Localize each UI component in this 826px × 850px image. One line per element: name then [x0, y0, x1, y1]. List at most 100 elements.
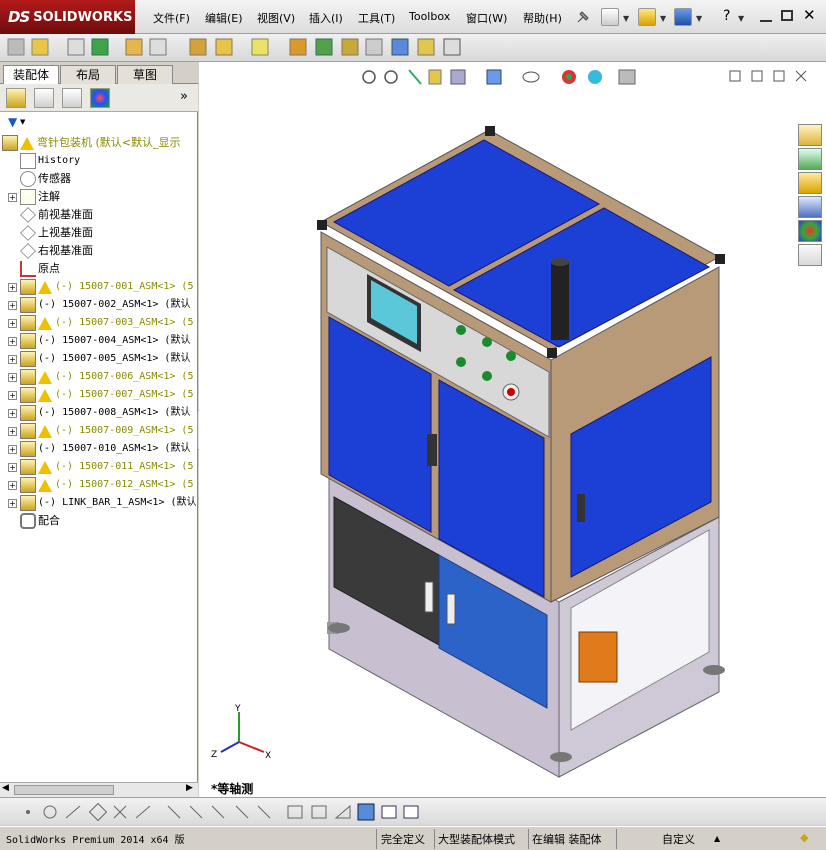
- expand-toggle-icon[interactable]: +: [8, 282, 17, 292]
- warning-icon: [38, 316, 52, 330]
- graphics-area[interactable]: Y X Z *等轴测: [199, 62, 826, 797]
- feature-manager-panel: 装配体 布局 草图 » ▼ ▼ 弯针包装机 (默认<默认_显示 History 传感…: [0, 62, 198, 797]
- tree-item-component[interactable]: + (-) 15007-007_ASM<1> (5: [8, 386, 193, 404]
- help-icon[interactable]: ?: [723, 8, 730, 24]
- task-pane-file-explorer-icon[interactable]: [798, 172, 822, 194]
- tree-item-component[interactable]: + (-) 15007-004_ASM<1> (默认: [8, 332, 190, 350]
- tree-item-label: (-) 15007-010_ASM<1> (默认: [38, 443, 191, 454]
- status-bar: SolidWorks Premium 2014 x64 版 完全定义 大型装配体…: [0, 826, 826, 850]
- close-icon[interactable]: ✕: [803, 6, 816, 24]
- filter-dropdown-icon[interactable]: ▼: [20, 118, 25, 126]
- tree-item-plane[interactable]: 上视基准面: [8, 224, 93, 242]
- expand-toggle-icon[interactable]: +: [8, 462, 17, 472]
- task-pane: [798, 124, 822, 269]
- expand-toggle-icon[interactable]: +: [8, 192, 17, 202]
- tree-item-origin[interactable]: 原点: [8, 260, 60, 278]
- expand-toggle-icon[interactable]: +: [8, 318, 17, 328]
- tree-item-plane[interactable]: 前视基准面: [8, 206, 93, 224]
- expand-toggle-icon[interactable]: +: [8, 300, 17, 310]
- tree-item-component[interactable]: + (-) 15007-001_ASM<1> (5: [8, 278, 193, 296]
- logo-name: SOLIDWORKS: [33, 9, 133, 25]
- solidworks-logo[interactable]: DS SOLIDWORKS: [0, 0, 135, 34]
- menu-edit[interactable]: 编辑(E): [205, 10, 243, 26]
- expand-toggle-icon[interactable]: +: [8, 498, 17, 508]
- task-pane-design-library-icon[interactable]: [798, 148, 822, 170]
- tab-sketch[interactable]: 草图: [117, 65, 173, 84]
- tree-horizontal-scrollbar[interactable]: ◀ ▶: [0, 782, 198, 797]
- scroll-right-icon[interactable]: ▶: [186, 783, 193, 793]
- units-dropdown-icon[interactable]: ▲: [714, 834, 720, 843]
- task-pane-appearances-icon[interactable]: [798, 220, 822, 242]
- tree-item-mate[interactable]: 配合: [8, 512, 60, 530]
- new-dropdown-icon[interactable]: ▼: [623, 14, 629, 23]
- tab-assembly[interactable]: 装配体: [3, 65, 59, 85]
- sketch-toolbar: [0, 797, 826, 825]
- expand-toggle-icon[interactable]: +: [8, 390, 17, 400]
- open-folder-icon[interactable]: [638, 8, 656, 26]
- menu-window[interactable]: 窗口(W): [466, 10, 507, 26]
- tree-item-annotation[interactable]: + 注解: [8, 188, 60, 206]
- open-dropdown-icon[interactable]: ▼: [660, 14, 666, 23]
- sketch-tool-icons[interactable]: [0, 798, 440, 826]
- toolbar-icons[interactable]: [0, 34, 470, 62]
- warning-icon: [38, 460, 52, 474]
- scroll-left-icon[interactable]: ◀: [2, 783, 9, 793]
- warning-icon: [38, 280, 52, 294]
- tree-item-label: (-) 15007-011_ASM<1> (5: [55, 461, 194, 472]
- tree-root-label: 弯针包装机 (默认<默认_显示: [37, 136, 181, 149]
- new-document-icon[interactable]: [601, 8, 619, 26]
- tree-item-label: (-) 15007-012_ASM<1> (5: [55, 479, 194, 490]
- tree-item-component[interactable]: + (-) LINK_BAR_1_ASM<1> (默认: [8, 494, 196, 512]
- expand-toggle-icon[interactable]: +: [8, 408, 17, 418]
- scroll-thumb[interactable]: [14, 785, 114, 795]
- expand-toggle-icon[interactable]: +: [8, 426, 17, 436]
- tree-item-component[interactable]: + (-) 15007-012_ASM<1> (5: [8, 476, 193, 494]
- minimize-icon[interactable]: [760, 10, 772, 22]
- expand-toggle-icon[interactable]: +: [8, 372, 17, 382]
- expand-toggle-icon[interactable]: +: [8, 480, 17, 490]
- tree-item-component[interactable]: + (-) 15007-003_ASM<1> (5: [8, 314, 193, 332]
- machine-model-render[interactable]: [199, 62, 826, 797]
- units-custom-button[interactable]: 自定义: [662, 831, 695, 847]
- display-manager-icon[interactable]: [90, 88, 110, 108]
- tree-root-assembly[interactable]: 弯针包装机 (默认<默认_显示: [2, 134, 181, 152]
- axis-y-label: Y: [234, 704, 241, 714]
- menu-tools[interactable]: 工具(T): [358, 10, 395, 26]
- task-pane-view-palette-icon[interactable]: [798, 196, 822, 218]
- configuration-manager-icon[interactable]: [62, 88, 82, 108]
- plane-icon: [20, 207, 36, 223]
- menu-help[interactable]: 帮助(H): [523, 10, 562, 26]
- tree-item-component[interactable]: + (-) 15007-011_ASM<1> (5: [8, 458, 193, 476]
- tree-item-component[interactable]: + (-) 15007-010_ASM<1> (默认: [8, 440, 190, 458]
- tree-item-history[interactable]: History: [8, 152, 80, 170]
- menu-view[interactable]: 视图(V): [257, 10, 295, 26]
- help-dropdown-icon[interactable]: ▼: [738, 14, 744, 23]
- menu-insert[interactable]: 插入(I): [309, 10, 343, 26]
- expand-toggle-icon[interactable]: +: [8, 444, 17, 454]
- tree-item-component[interactable]: + (-) 15007-008_ASM<1> (默认: [8, 404, 190, 422]
- property-manager-icon[interactable]: [34, 88, 54, 108]
- menu-file[interactable]: 文件(F): [153, 10, 190, 26]
- feature-manager-icon[interactable]: [6, 88, 26, 108]
- tree-item-plane[interactable]: 右视基准面: [8, 242, 93, 260]
- restore-icon[interactable]: [781, 10, 793, 21]
- tree-item-label: (-) 15007-006_ASM<1> (5: [55, 371, 194, 382]
- tree-item-component[interactable]: + (-) 15007-002_ASM<1> (默认: [8, 296, 190, 314]
- tree-item-sensor[interactable]: 传感器: [8, 170, 71, 188]
- tab-layout[interactable]: 布局: [60, 65, 116, 84]
- task-pane-home-icon[interactable]: [798, 124, 822, 146]
- expand-toggle-icon[interactable]: +: [8, 354, 17, 364]
- save-dropdown-icon[interactable]: ▼: [696, 14, 702, 23]
- task-pane-custom-properties-icon[interactable]: [798, 244, 822, 266]
- tree-item-component[interactable]: + (-) 15007-005_ASM<1> (默认: [8, 350, 190, 368]
- expand-chevron-icon[interactable]: »: [180, 89, 188, 104]
- save-icon[interactable]: [674, 8, 692, 26]
- filter-icon[interactable]: ▼: [8, 115, 17, 129]
- menu-toolbox[interactable]: Toolbox: [409, 10, 450, 23]
- pin-icon[interactable]: [574, 8, 592, 26]
- expand-toggle-icon[interactable]: +: [8, 336, 17, 346]
- rebuild-tag-icon[interactable]: ◆: [800, 831, 808, 844]
- tree-item-component[interactable]: + (-) 15007-006_ASM<1> (5: [8, 368, 193, 386]
- tree-item-component[interactable]: + (-) 15007-009_ASM<1> (5: [8, 422, 193, 440]
- tree-item-label: (-) 15007-005_ASM<1> (默认: [38, 353, 191, 364]
